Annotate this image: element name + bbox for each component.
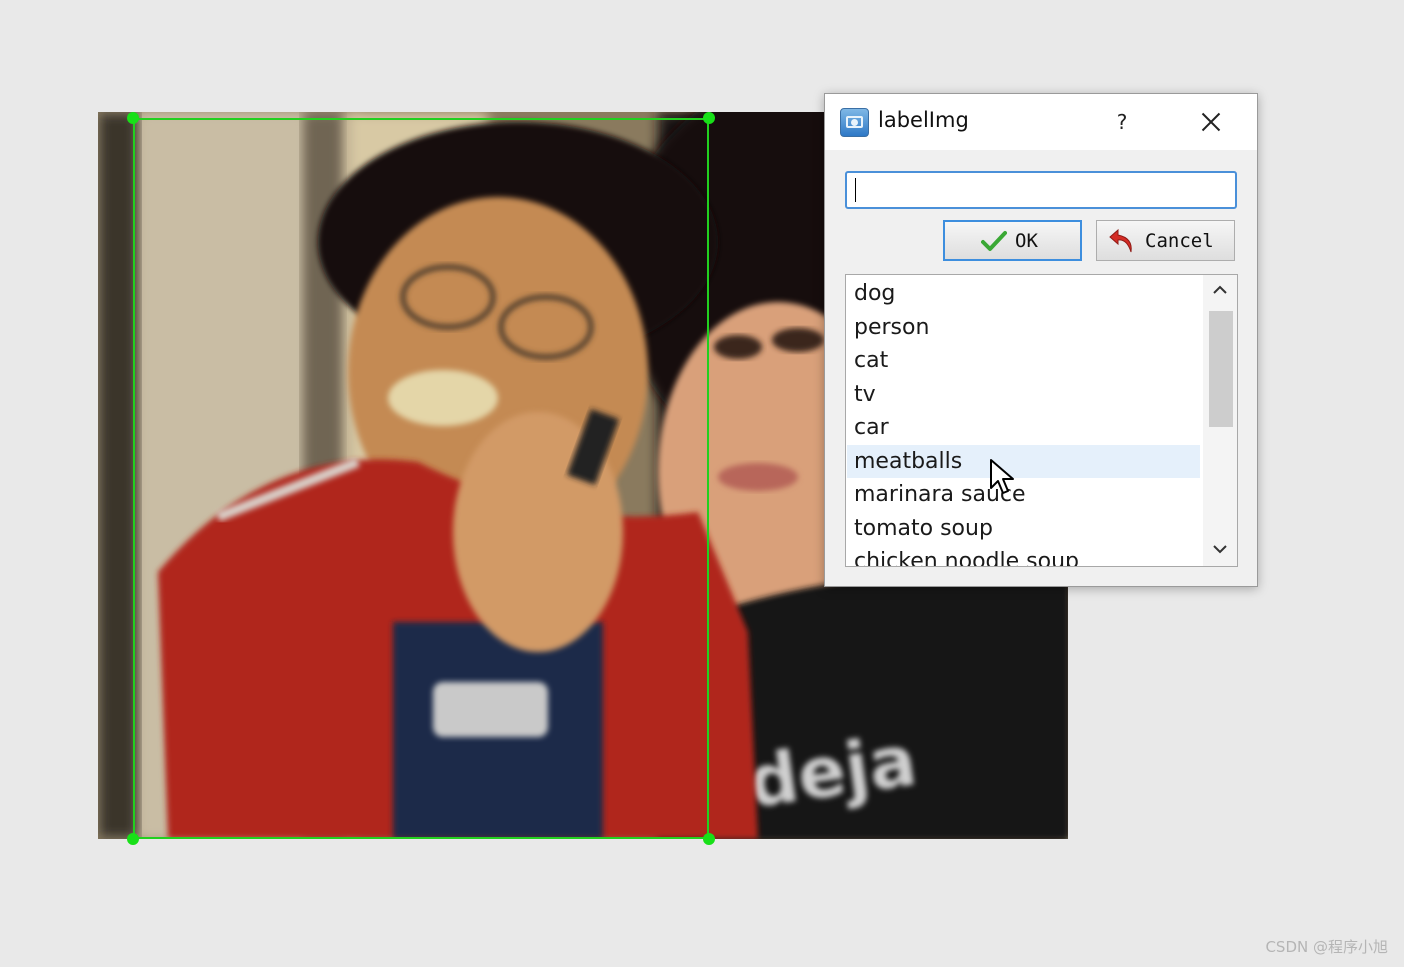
list-item-chicken-noodle-soup[interactable]: chicken noodle soup [847,545,1200,566]
list-item-marinara-sauce[interactable]: marinara sauce [847,478,1200,511]
cancel-label: Cancel [1145,229,1214,252]
list-scrollbar[interactable] [1203,275,1237,566]
labelimg-app-icon [840,108,869,137]
undo-arrow-icon [1107,226,1137,256]
ok-button[interactable]: OK [943,220,1082,261]
bounding-box[interactable] [133,118,709,839]
scroll-up-button[interactable] [1203,275,1237,307]
scroll-thumb[interactable] [1209,311,1233,427]
bbox-handle-bottom-right[interactable] [703,833,715,845]
list-item-dog[interactable]: dog [847,277,1200,310]
close-button[interactable] [1195,106,1227,138]
list-item-car[interactable]: car [847,411,1200,444]
chevron-up-icon [1213,285,1227,294]
label-input[interactable] [845,171,1237,209]
help-button[interactable]: ? [1107,106,1137,138]
chevron-down-icon [1213,545,1227,554]
dialog-titlebar[interactable]: labelImg ? [825,94,1257,150]
ok-label: OK [1015,229,1038,252]
list-item-person[interactable]: person [847,311,1200,344]
bbox-handle-top-right[interactable] [703,112,715,124]
csdn-watermark: CSDN @程序小旭 [1265,938,1388,956]
bbox-handle-top-left[interactable] [127,112,139,124]
scroll-down-button[interactable] [1203,534,1237,566]
list-item-tomato-soup[interactable]: tomato soup [847,512,1200,545]
checkmark-icon [981,230,1007,252]
list-item-meatballs[interactable]: meatballs [847,445,1200,478]
dialog-title: labelImg [878,108,969,132]
text-caret [855,178,856,202]
cancel-button[interactable]: Cancel [1096,220,1235,261]
mouse-pointer-icon [989,458,1015,500]
label-dialog: labelImg ? OK Cancel dog person cat tv c… [824,93,1258,587]
labelimg-canvas[interactable]: deja labelImg ? OK Cancel dog person cat… [0,0,1404,967]
label-list[interactable]: dog person cat tv car meatballs marinara… [845,274,1238,567]
bbox-handle-bottom-left[interactable] [127,833,139,845]
list-item-tv[interactable]: tv [847,378,1200,411]
list-item-cat[interactable]: cat [847,344,1200,377]
